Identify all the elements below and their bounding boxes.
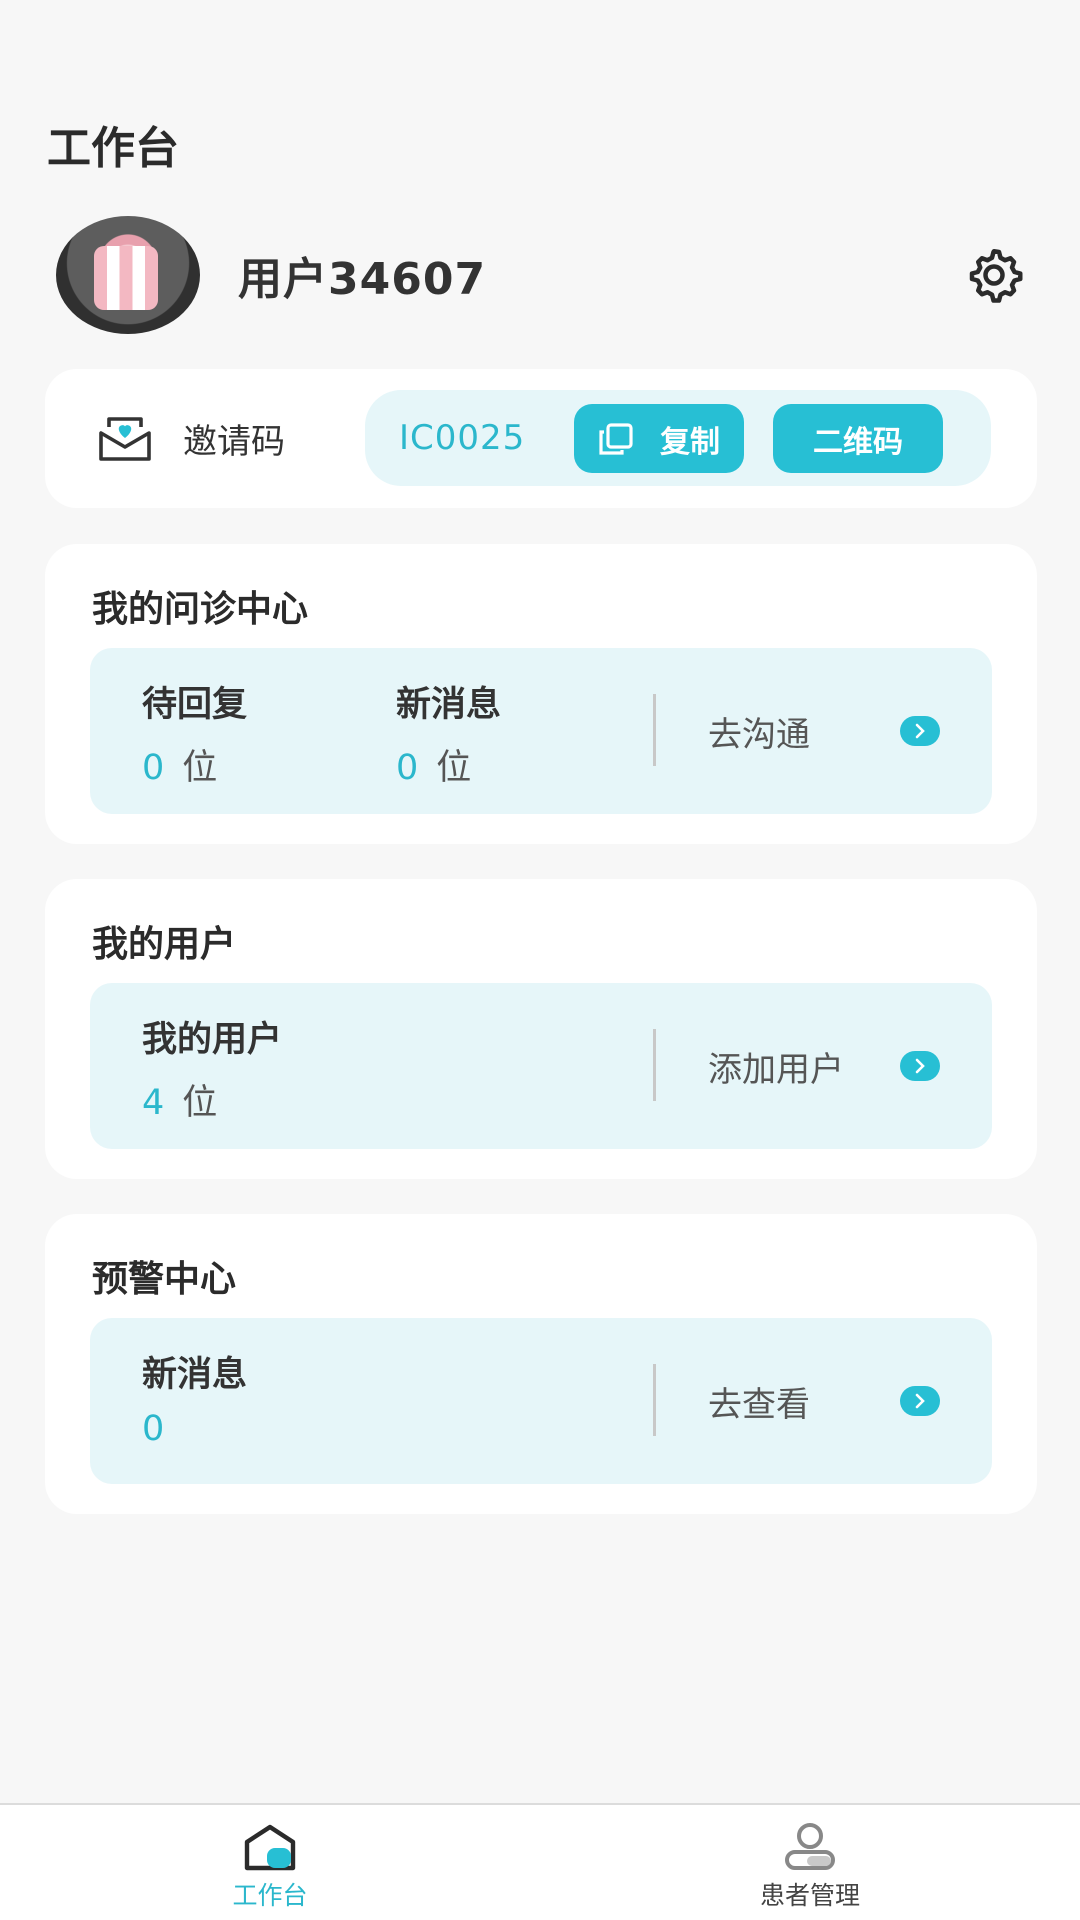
- bottom-tab-bar: 工作台 患者管理: [0, 1803, 1080, 1920]
- my-users-panel: 我的用户 4位 添加用户: [90, 983, 992, 1149]
- go-view-button[interactable]: 去查看: [708, 1318, 940, 1484]
- chevron-right-icon: [900, 1051, 940, 1081]
- new-message-stat: 新消息 0位: [396, 676, 501, 790]
- add-user-label: 添加用户: [708, 1049, 844, 1090]
- my-users-card: 我的用户 我的用户 4位 添加用户: [45, 879, 1037, 1179]
- invite-code-value: IC0025: [399, 418, 526, 458]
- divider: [653, 694, 656, 766]
- new-message-count: 0: [396, 748, 419, 788]
- envelope-heart-icon: [99, 416, 151, 461]
- tab-patient-management-label: 患者管理: [759, 1881, 860, 1910]
- invite-label: 邀请码: [183, 422, 285, 462]
- add-user-button[interactable]: 添加用户: [708, 983, 940, 1149]
- copy-button-label: 复制: [660, 424, 720, 460]
- tab-patient-management[interactable]: 患者管理: [540, 1805, 1080, 1920]
- qr-code-button[interactable]: 二维码: [773, 404, 943, 473]
- alert-center-title: 预警中心: [92, 1259, 237, 1300]
- consult-center-title: 我的问诊中心: [92, 589, 309, 630]
- alert-message-stat: 新消息 0: [142, 1346, 247, 1449]
- chevron-right-icon: [900, 716, 940, 746]
- user-count-value: 4: [142, 1083, 165, 1123]
- profile-header: 用户34607: [56, 215, 1024, 335]
- chevron-right-icon: [900, 1386, 940, 1416]
- go-view-label: 去查看: [708, 1384, 810, 1425]
- user-count-stat: 我的用户 4位: [142, 1011, 282, 1125]
- username: 用户34607: [238, 254, 487, 305]
- pending-reply-count: 0: [142, 748, 165, 788]
- alert-center-panel: 新消息 0 去查看: [90, 1318, 992, 1484]
- divider: [653, 1364, 656, 1436]
- new-message-label: 新消息: [396, 685, 502, 725]
- qr-code-button-label: 二维码: [813, 424, 903, 460]
- pending-reply-label: 待回复: [142, 685, 248, 725]
- copy-button[interactable]: 复制: [574, 404, 744, 473]
- copy-icon: [599, 422, 633, 455]
- divider: [653, 1029, 656, 1101]
- settings-button[interactable]: [964, 245, 1024, 305]
- alert-center-card: 预警中心 新消息 0 去查看: [45, 1214, 1037, 1514]
- user-profile-icon: [785, 1823, 835, 1870]
- alert-message-label: 新消息: [142, 1355, 248, 1395]
- pending-reply-unit: 位: [182, 748, 218, 788]
- user-count-unit: 位: [182, 1083, 218, 1123]
- pending-reply-stat: 待回复 0位: [142, 676, 247, 790]
- invite-label-group: 邀请码: [97, 369, 285, 508]
- workbench-icon: [244, 1824, 296, 1871]
- invite-code-card: 邀请码 IC0025 复制 二维码: [45, 369, 1037, 508]
- consult-center-panel: 待回复 0位 新消息 0位 去沟通: [90, 648, 992, 814]
- consult-center-card: 我的问诊中心 待回复 0位 新消息 0位 去沟通: [45, 544, 1037, 844]
- page-title: 工作台: [47, 123, 179, 174]
- go-communicate-button[interactable]: 去沟通: [708, 648, 940, 814]
- tab-workbench[interactable]: 工作台: [0, 1805, 540, 1920]
- go-communicate-label: 去沟通: [708, 714, 810, 755]
- my-users-title: 我的用户: [92, 924, 237, 965]
- invite-code-pill: IC0025 复制 二维码: [365, 390, 991, 486]
- gear-icon: [969, 249, 1023, 303]
- tab-workbench-label: 工作台: [232, 1881, 308, 1910]
- alert-message-count: 0: [142, 1409, 165, 1449]
- new-message-unit: 位: [436, 748, 472, 788]
- user-count-label: 我的用户: [142, 1020, 283, 1060]
- avatar[interactable]: [56, 216, 200, 334]
